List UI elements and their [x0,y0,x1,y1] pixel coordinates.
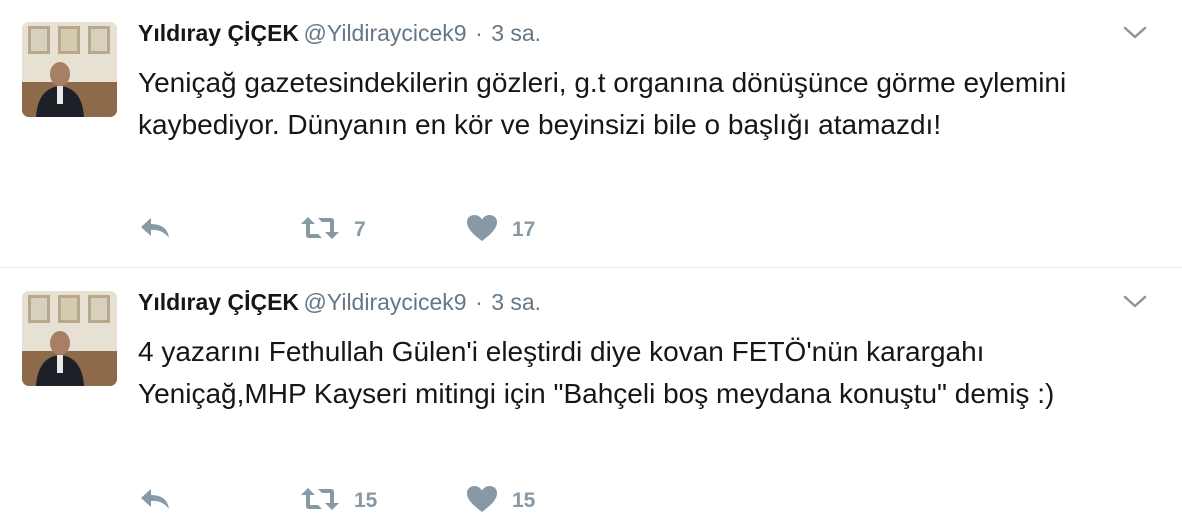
heart-icon [466,485,498,518]
tweet-header: Yıldıray ÇİÇEK @Yildiraycicek9 · 3 sa. [138,289,541,325]
tweet-timestamp[interactable]: 3 sa. [491,20,541,46]
reply-button[interactable] [138,212,172,248]
avatar[interactable] [22,22,117,117]
retweet-icon [300,215,340,246]
reply-button[interactable] [138,483,172,519]
separator-dot: · [475,289,483,315]
tweet-feed: Yıldıray ÇİÇEK @Yildiraycicek9 · 3 sa. Y… [0,0,1182,528]
like-button[interactable]: 17 [466,212,535,248]
tweet-actions: 15 15 [138,483,738,519]
retweet-icon [300,486,340,517]
tweet[interactable]: Yıldıray ÇİÇEK @Yildiraycicek9 · 3 sa. Y… [0,0,1182,268]
chevron-down-icon[interactable] [1122,293,1148,311]
like-button[interactable]: 15 [466,483,535,519]
retweet-count: 7 [354,218,366,241]
reply-icon [138,215,172,246]
tweet-text: 4 yazarını Fethullah Gülen'i eleştirdi d… [138,336,1055,409]
tweet-timestamp[interactable]: 3 sa. [491,289,541,315]
tweet-text: Yeniçağ gazetesindekilerin gözleri, g.t … [138,67,1067,140]
tweet-actions: 7 17 [138,212,738,248]
reply-icon [138,486,172,517]
like-count: 15 [512,489,536,512]
like-count: 17 [512,218,536,241]
author-handle[interactable]: @Yildiraycicek9 [304,289,467,315]
separator-dot: · [475,20,483,46]
tweet-header: Yıldıray ÇİÇEK @Yildiraycicek9 · 3 sa. [138,20,541,56]
author-name[interactable]: Yıldıray ÇİÇEK [138,20,299,46]
author-handle[interactable]: @Yildiraycicek9 [304,20,467,46]
chevron-down-icon[interactable] [1122,24,1148,42]
retweet-button[interactable]: 7 [300,212,366,248]
avatar[interactable] [22,291,117,386]
retweet-count: 15 [354,489,378,512]
tweet[interactable]: Yıldıray ÇİÇEK @Yildiraycicek9 · 3 sa. 4… [0,269,1182,528]
author-name[interactable]: Yıldıray ÇİÇEK [138,289,299,315]
retweet-button[interactable]: 15 [300,483,377,519]
heart-icon [466,214,498,247]
